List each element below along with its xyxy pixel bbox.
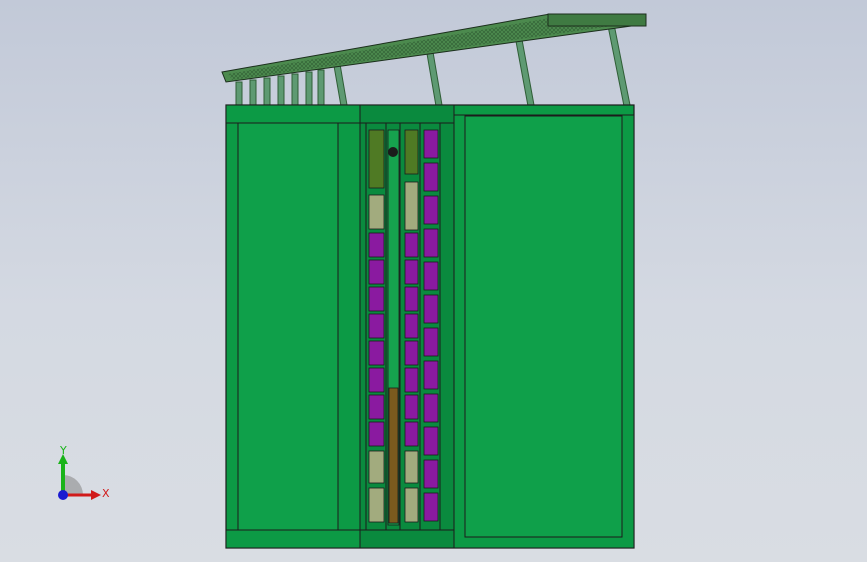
module-left-darkgreen: [368, 129, 385, 189]
module-left-olive: [368, 450, 385, 484]
roof-post: [277, 75, 285, 107]
module-left-olive: [368, 487, 385, 523]
module-left-purple: [368, 421, 385, 447]
cad-viewport[interactable]: [0, 0, 867, 562]
left-door-panel[interactable]: [237, 122, 339, 531]
roof-post: [291, 73, 299, 107]
module-mid-darkgreen: [404, 129, 419, 175]
module-mid-purple: [404, 232, 419, 258]
roof-post: [249, 79, 257, 107]
module-mid-purple: [404, 313, 419, 339]
brown-spindle: [388, 387, 399, 524]
roof-post: [514, 33, 535, 107]
z-axis-icon: [58, 490, 68, 500]
roof-post: [607, 23, 631, 107]
center-top-rail: [359, 104, 455, 124]
module-mid-olive: [404, 487, 419, 523]
bottom-rail: [225, 529, 361, 549]
roof-post: [425, 45, 443, 107]
module-left-purple: [368, 313, 385, 339]
module-right-purple: [423, 426, 439, 456]
module-right-purple: [423, 162, 439, 192]
module-right-purple: [423, 294, 439, 324]
module-mid-purple: [404, 367, 419, 393]
module-right-purple: [423, 195, 439, 225]
module-left-purple: [368, 394, 385, 420]
module-left-purple: [368, 367, 385, 393]
top-rail: [225, 104, 361, 124]
module-right-purple: [423, 228, 439, 258]
module-right-purple: [423, 360, 439, 390]
module-left-olive: [368, 194, 385, 230]
x-axis-label: X: [102, 487, 110, 500]
module-mid-purple: [404, 394, 419, 420]
module-left-purple: [368, 286, 385, 312]
center-bottom-rail: [359, 529, 455, 549]
module-mid-olive: [404, 450, 419, 484]
module-left-purple: [368, 259, 385, 285]
roof-post: [235, 81, 243, 107]
module-right-purple: [423, 459, 439, 489]
module-right-purple: [423, 261, 439, 291]
gear-icon: [388, 147, 398, 157]
right-door-inset: [464, 115, 623, 538]
roof-post: [263, 77, 271, 107]
module-right-purple: [423, 327, 439, 357]
y-axis-label: Y: [59, 444, 67, 457]
module-right-purple: [423, 393, 439, 423]
roof-post: [305, 71, 313, 107]
module-mid-purple: [404, 421, 419, 447]
module-right-purple: [423, 492, 439, 522]
module-mid-olive: [404, 181, 419, 231]
module-right-purple: [423, 129, 439, 159]
coordinate-triad[interactable]: Y X: [48, 440, 118, 510]
module-mid-purple: [404, 286, 419, 312]
module-left-purple: [368, 340, 385, 366]
module-left-purple: [368, 232, 385, 258]
roof-post: [333, 63, 348, 107]
roof-post: [317, 69, 325, 107]
module-mid-purple: [404, 259, 419, 285]
module-mid-purple: [404, 340, 419, 366]
